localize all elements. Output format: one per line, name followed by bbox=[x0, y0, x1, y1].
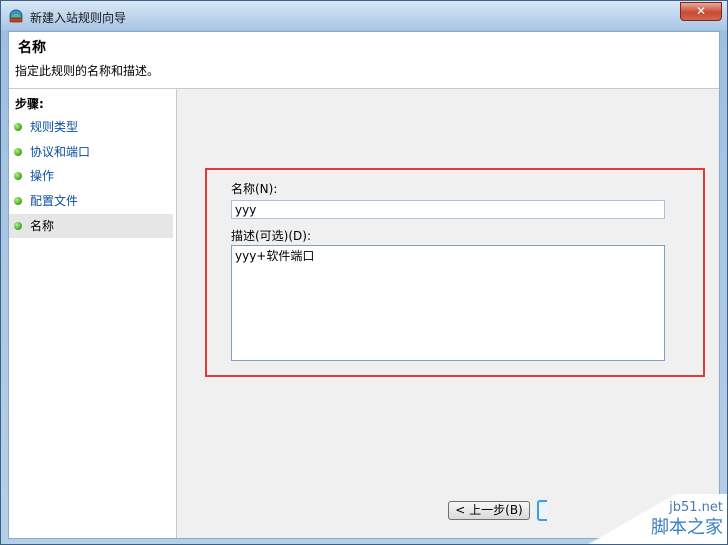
watermark-brand: 脚本之家 bbox=[651, 517, 723, 538]
wizard-header: 名称 指定此规则的名称和描述。 bbox=[9, 32, 719, 89]
green-bullet-icon bbox=[14, 172, 22, 180]
page-subtitle: 指定此规则的名称和描述。 bbox=[15, 64, 160, 78]
name-input[interactable] bbox=[231, 200, 665, 219]
description-textarea[interactable]: yyy+软件端口 bbox=[231, 245, 665, 361]
step-name[interactable]: 名称 bbox=[9, 214, 173, 238]
page-title: 名称 bbox=[18, 40, 46, 56]
step-action[interactable]: 操作 bbox=[9, 164, 173, 188]
description-label: 描述(可选)(D): bbox=[231, 229, 312, 243]
close-icon: ✕ bbox=[695, 4, 707, 18]
wizard-window: 新建入站规则向导 ✕ 名称 指定此规则的名称和描述。 步骤: 规则类型 协议和端… bbox=[0, 0, 728, 545]
step-label: 协议和端口 bbox=[30, 145, 91, 159]
firewall-icon bbox=[9, 9, 23, 23]
step-label: 名称 bbox=[30, 219, 55, 233]
step-rule-type[interactable]: 规则类型 bbox=[9, 115, 173, 139]
steps-panel: 步骤: 规则类型 协议和端口 操作 配置文件 名称 bbox=[9, 89, 177, 538]
step-label: 规则类型 bbox=[30, 120, 79, 134]
steps-title: 步骤: bbox=[15, 97, 44, 111]
green-bullet-icon bbox=[14, 148, 22, 156]
watermark: jb51.net 脚本之家 bbox=[587, 494, 727, 544]
name-description-form: 名称(N): 描述(可选)(D): yyy+软件端口 bbox=[205, 168, 705, 377]
close-button[interactable]: ✕ bbox=[680, 2, 722, 21]
step-label: 配置文件 bbox=[30, 194, 79, 208]
next-button[interactable] bbox=[537, 500, 547, 521]
step-protocol-ports[interactable]: 协议和端口 bbox=[9, 140, 173, 164]
green-bullet-icon bbox=[14, 123, 22, 131]
step-profile[interactable]: 配置文件 bbox=[9, 189, 173, 213]
step-label: 操作 bbox=[30, 169, 55, 183]
green-bullet-icon bbox=[14, 197, 22, 205]
name-label: 名称(N): bbox=[231, 182, 278, 196]
window-title: 新建入站规则向导 bbox=[30, 11, 127, 25]
green-bullet-icon bbox=[14, 222, 22, 230]
back-button[interactable]: < 上一步(B) bbox=[448, 501, 530, 520]
wizard-client-area: 名称 指定此规则的名称和描述。 步骤: 规则类型 协议和端口 操作 配置文件 名… bbox=[8, 31, 720, 539]
title-bar[interactable]: 新建入站规则向导 ✕ bbox=[1, 1, 727, 31]
